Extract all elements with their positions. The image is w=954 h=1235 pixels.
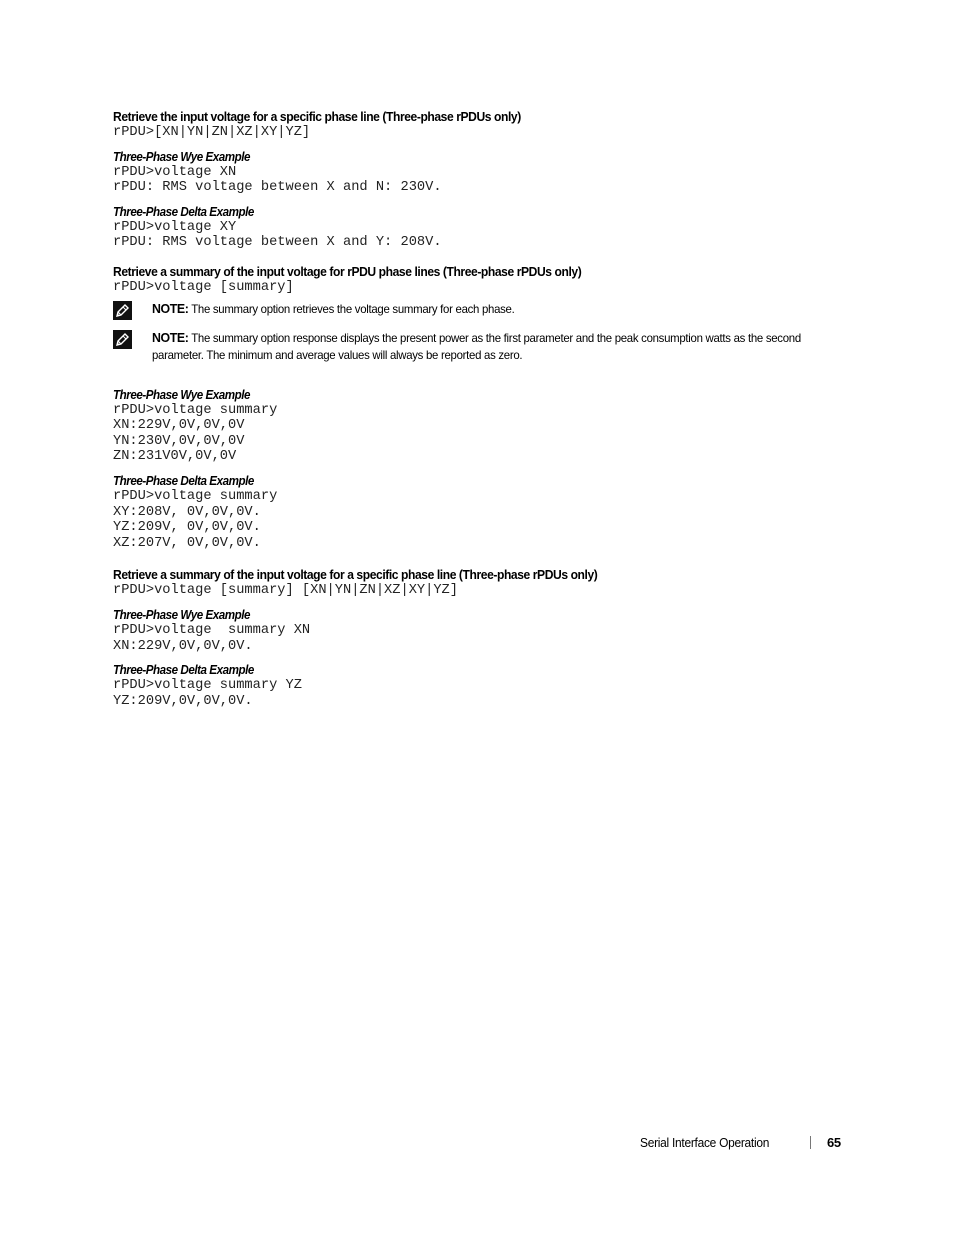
command-syntax: rPDU>voltage [summary] [XN|YN|ZN|XZ|XY|Y… xyxy=(113,583,843,599)
page-footer: Serial Interface Operation 65 xyxy=(640,1134,841,1152)
example-code: rPDU>voltage summary XN XN:229V,0V,0V,0V. xyxy=(113,623,843,654)
code-line: rPDU>voltage summary XN xyxy=(113,622,311,638)
example-code: rPDU>voltage summary XY:208V, 0V,0V,0V. YZ… xyxy=(113,489,843,551)
code-line: XZ:207V, 0V,0V,0V. xyxy=(113,535,261,551)
command-syntax: rPDU>voltage [summary] xyxy=(113,280,843,296)
example-code: rPDU>voltage summary YZ YZ:209V,0V,0V,0V. xyxy=(113,678,843,709)
code-line: rPDU>voltage XN xyxy=(113,164,237,180)
section-phase-voltage-summary: Retrieve a summary of the input voltage … xyxy=(113,567,843,709)
section-voltage-summary: Retrieve a summary of the input voltage … xyxy=(113,264,843,551)
syntax-line: rPDU>voltage [summary] [XN|YN|ZN|XZ|XY|Y… xyxy=(113,583,458,599)
section-phase-voltage: Retrieve the input voltage for a specifi… xyxy=(113,109,843,251)
note-label: NOTE: xyxy=(152,300,189,316)
code-line: YZ:209V, 0V,0V,0V. xyxy=(113,520,261,536)
example-title: Three-Phase Wye Example xyxy=(113,607,251,622)
section-heading: Retrieve the input voltage for a specifi… xyxy=(113,109,521,124)
note: NOTE: The summary option response displa… xyxy=(113,329,843,364)
note-pencil-icon xyxy=(113,300,132,320)
example-title: Three-Phase Delta Example xyxy=(113,473,254,488)
code-line: rPDU: RMS voltage between X and Y: 208V. xyxy=(113,235,442,251)
code-line: rPDU>voltage summary xyxy=(113,488,278,504)
code-line: YN:230V,0V,0V,0V xyxy=(113,433,245,449)
code-line: rPDU>voltage summary YZ xyxy=(113,678,302,694)
example-title: Three-Phase Delta Example xyxy=(113,663,254,678)
example-title: Three-Phase Delta Example xyxy=(113,204,254,219)
footer-chapter-title: Serial Interface Operation xyxy=(640,1135,770,1150)
note: NOTE: The summary option retrieves the v… xyxy=(113,300,843,320)
code-line: rPDU>voltage summary xyxy=(113,402,278,418)
syntax-line: rPDU>[XN|YN|ZN|XZ|XY|YZ] xyxy=(113,125,311,140)
note-pencil-icon xyxy=(113,329,132,349)
example-title: Three-Phase Wye Example xyxy=(113,387,251,402)
example-title: Three-Phase Wye Example xyxy=(113,149,251,164)
section-heading: Retrieve a summary of the input voltage … xyxy=(113,263,582,279)
example-code: rPDU>voltage XN rPDU: RMS voltage between… xyxy=(113,165,843,196)
page-content: Retrieve the input voltage for a specifi… xyxy=(113,109,843,709)
command-syntax: rPDU>[XN|YN|ZN|XZ|XY|YZ] xyxy=(113,125,843,141)
section-heading: Retrieve a summary of the input voltage … xyxy=(113,567,598,583)
code-line: rPDU: RMS voltage between X and N: 230V. xyxy=(113,180,442,196)
code-line: ZN:231V0V,0V,0V xyxy=(113,449,237,465)
code-line: rPDU>voltage XY xyxy=(113,219,237,235)
code-line: XN:229V,0V,0V,0V. xyxy=(113,638,253,654)
footer-separator xyxy=(810,1136,811,1149)
syntax-line: rPDU>voltage [summary] xyxy=(113,279,294,295)
example-code: rPDU>voltage XY rPDU: RMS voltage between… xyxy=(113,220,843,251)
note-text: The summary option response displays the… xyxy=(152,330,801,362)
code-line: YZ:209V,0V,0V,0V. xyxy=(113,693,253,709)
code-line: XY:208V, 0V,0V,0V. xyxy=(113,504,261,520)
code-line: XN:229V,0V,0V,0V xyxy=(113,418,245,434)
note-label: NOTE: xyxy=(152,329,189,345)
page-number: 65 xyxy=(827,1135,841,1150)
note-text: The summary option retrieves the voltage… xyxy=(188,301,515,316)
example-code: rPDU>voltage summary XN:229V,0V,0V,0V YN:2… xyxy=(113,403,843,465)
